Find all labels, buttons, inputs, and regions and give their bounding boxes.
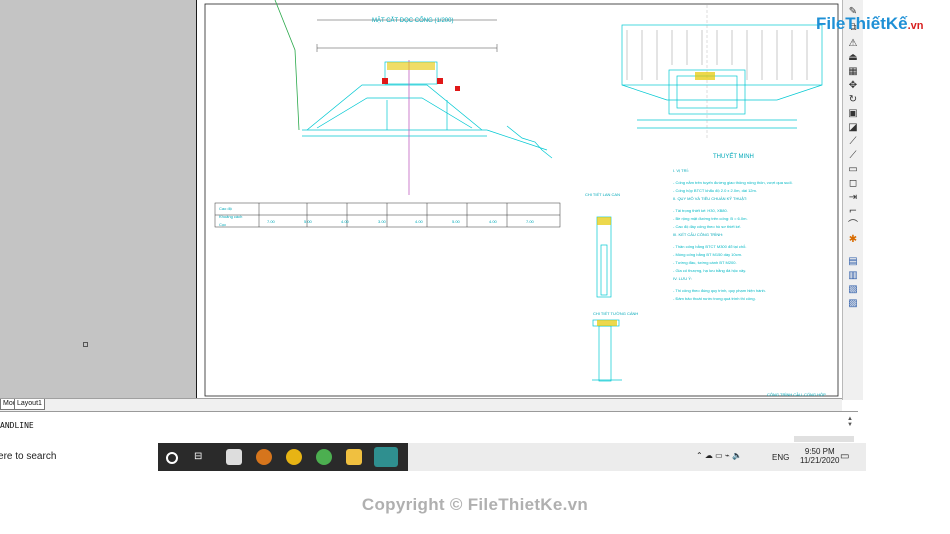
notes-title: THUYẾT MINH: [713, 153, 754, 160]
section-title: MẶT CẮT DỌC CỐNG (1/200): [372, 16, 453, 24]
table-cell: 4.00: [489, 219, 498, 224]
draworder-icon[interactable]: ▤: [846, 256, 860, 268]
note-line: - Đảm bảo thoát nước trong quá trình thi…: [673, 296, 756, 301]
bring-front-icon[interactable]: ▥: [846, 270, 860, 282]
task-view-icon[interactable]: ⊟: [194, 449, 210, 465]
detail-title-2: CHI TIẾT TƯỜNG CÁNH: [593, 311, 638, 316]
note-line: - Thân cống bằng BTCT M300 đổ tại chỗ.: [673, 244, 746, 249]
above-object-icon[interactable]: ▨: [846, 298, 860, 310]
horizontal-scrollbar[interactable]: [794, 436, 854, 442]
table-header: Cọc: [219, 222, 226, 227]
note-line: - Tường đầu, tường cánh BT M200.: [673, 260, 737, 265]
layout-tabs-bar: Model Layout1: [0, 398, 842, 411]
table-header: Cao độ: [219, 206, 233, 211]
autocad-window: MẶT CẮT DỌC CỐNG (1/200) CHI TIẾT LAN CA…: [0, 0, 866, 471]
logo-suffix: .vn: [907, 20, 924, 32]
notes-block: I. VỊ TRÍ: - Cống nằm trên tuyến đường gi…: [673, 168, 793, 301]
app-icon[interactable]: [226, 449, 242, 465]
autocad-taskbar-icon[interactable]: [374, 447, 398, 467]
note-line: III. KẾT CẤU CÔNG TRÌNH:: [673, 232, 723, 237]
note-line: - Cống nằm trên tuyến đường giao thông n…: [673, 180, 793, 185]
table-cell: 7.00: [267, 219, 276, 224]
mirror-icon[interactable]: ⚠: [846, 38, 860, 50]
trim-icon[interactable]: ⟋: [846, 136, 860, 148]
windows-taskbar: Type here to search ⊟ ⌃ ☁ ▭ ⌁ 🔈 ENG 9:50…: [0, 443, 866, 471]
stretch-icon[interactable]: ◪: [846, 122, 860, 134]
red-markers: [382, 78, 460, 91]
table-cell: 3.00: [378, 219, 387, 224]
note-line: - Bề rộng mặt đường trên cống: B = 6.0m.: [673, 216, 748, 221]
note-line: - Cao độ đáy cống theo hồ sơ thiết kế.: [673, 224, 741, 229]
drawing-canvas: MẶT CẮT DỌC CỐNG (1/200) CHI TIẾT LAN CA…: [204, 0, 839, 397]
blend-icon[interactable]: ⌒: [846, 220, 860, 232]
drawing-sheet[interactable]: MẶT CẮT DỌC CỐNG (1/200) CHI TIẾT LAN CA…: [196, 0, 843, 400]
note-line: - Cống hộp BTCT khẩu độ 2.0 x 2.0m, dài …: [673, 188, 757, 193]
culvert-longitudinal-section: [302, 61, 553, 159]
language-indicator[interactable]: ENG: [772, 453, 789, 462]
table-cell: 4.00: [341, 219, 350, 224]
chrome-icon[interactable]: [286, 449, 302, 465]
move-icon[interactable]: ✥: [846, 80, 860, 92]
note-line: - Móng cống bằng BT M150 dày 10cm.: [673, 252, 742, 257]
command-text: ANDLINE: [0, 421, 34, 430]
model-space-background[interactable]: [0, 0, 196, 400]
taskbar-search-box[interactable]: Type here to search: [0, 443, 159, 471]
note-line: I. VỊ TRÍ:: [673, 168, 689, 173]
rotate-icon[interactable]: ↻: [846, 94, 860, 106]
footer-note: CÔNG TRÌNH CẦU, CỐNG HỘP: [767, 392, 826, 397]
notification-icon[interactable]: ▭: [840, 451, 849, 462]
detail-title-1: CHI TIẾT LAN CAN: [585, 192, 620, 197]
tab-layout1[interactable]: Layout1: [14, 399, 45, 410]
copyright-footer: Copyright © FileThietKe.vn: [361, 495, 589, 514]
clock-time: 9:50 PM: [804, 447, 835, 456]
join-icon[interactable]: ◻: [846, 178, 860, 190]
explode-icon[interactable]: ✱: [846, 234, 860, 246]
clock-date: 11/21/2020: [800, 456, 840, 465]
clock[interactable]: 9:50 PM 11/21/2020: [800, 447, 839, 465]
send-back-icon[interactable]: ▧: [846, 284, 860, 296]
watermark-logo: FileThiếtKế.vn: [816, 14, 924, 34]
detail-drawings: [592, 216, 622, 382]
note-line: - Gia cố thượng, hạ lưu bằng đá hộc xây.: [673, 268, 746, 273]
offset-icon[interactable]: ⏏: [846, 52, 860, 64]
table-cell: 5.00: [304, 219, 313, 224]
scale-icon[interactable]: ▣: [846, 108, 860, 120]
green-app-icon[interactable]: [316, 449, 332, 465]
fillet-icon[interactable]: ⌐: [846, 206, 860, 218]
crosshair-marker: [83, 342, 88, 347]
note-line: - Tải trọng thiết kế: H30, XB80.: [673, 208, 728, 213]
logo-text: FileThiếtKế: [816, 14, 908, 33]
table-cell: 7.00: [526, 219, 535, 224]
coccoc-browser-icon[interactable]: [256, 449, 272, 465]
command-window[interactable]: ANDLINE ▲ ▼: [0, 411, 858, 442]
extend-icon[interactable]: ⟋: [846, 150, 860, 162]
note-line: II. QUY MÔ VÀ TIÊU CHUẨN KỸ THUẬT:: [673, 196, 747, 201]
system-tray: ⌃ ☁ ▭ ⌁ 🔈 ENG 9:50 PM 11/21/2020 ▭: [690, 443, 866, 471]
tray-icons[interactable]: ⌃ ☁ ▭ ⌁ 🔈: [696, 451, 742, 460]
table-cell: 4.00: [415, 219, 424, 224]
array-icon[interactable]: ▦: [846, 66, 860, 78]
note-line: IV. LƯU Ý:: [673, 276, 692, 281]
note-line: - Thi công theo đúng quy trình, quy phạm…: [673, 288, 766, 293]
search-placeholder: Type here to search: [0, 451, 57, 462]
table-cell: 5.00: [452, 219, 461, 224]
cortana-icon[interactable]: [166, 452, 178, 464]
break-icon[interactable]: ▭: [846, 164, 860, 176]
modify-toolbar: ✎ ⧉ ⚠ ⏏ ▦ ✥ ↻ ▣ ◪ ⟋ ⟋ ▭ ◻ ⇥ ⌐ ⌒ ✱ ▤ ▥ ▧ …: [842, 0, 863, 400]
table-header: Khoảng cách: [219, 214, 242, 219]
command-scroll-arrows[interactable]: ▲ ▼: [846, 416, 854, 434]
chamfer-icon[interactable]: ⇥: [846, 192, 860, 204]
taskbar-apps: ⊟: [158, 443, 408, 471]
file-explorer-icon[interactable]: [346, 449, 362, 465]
